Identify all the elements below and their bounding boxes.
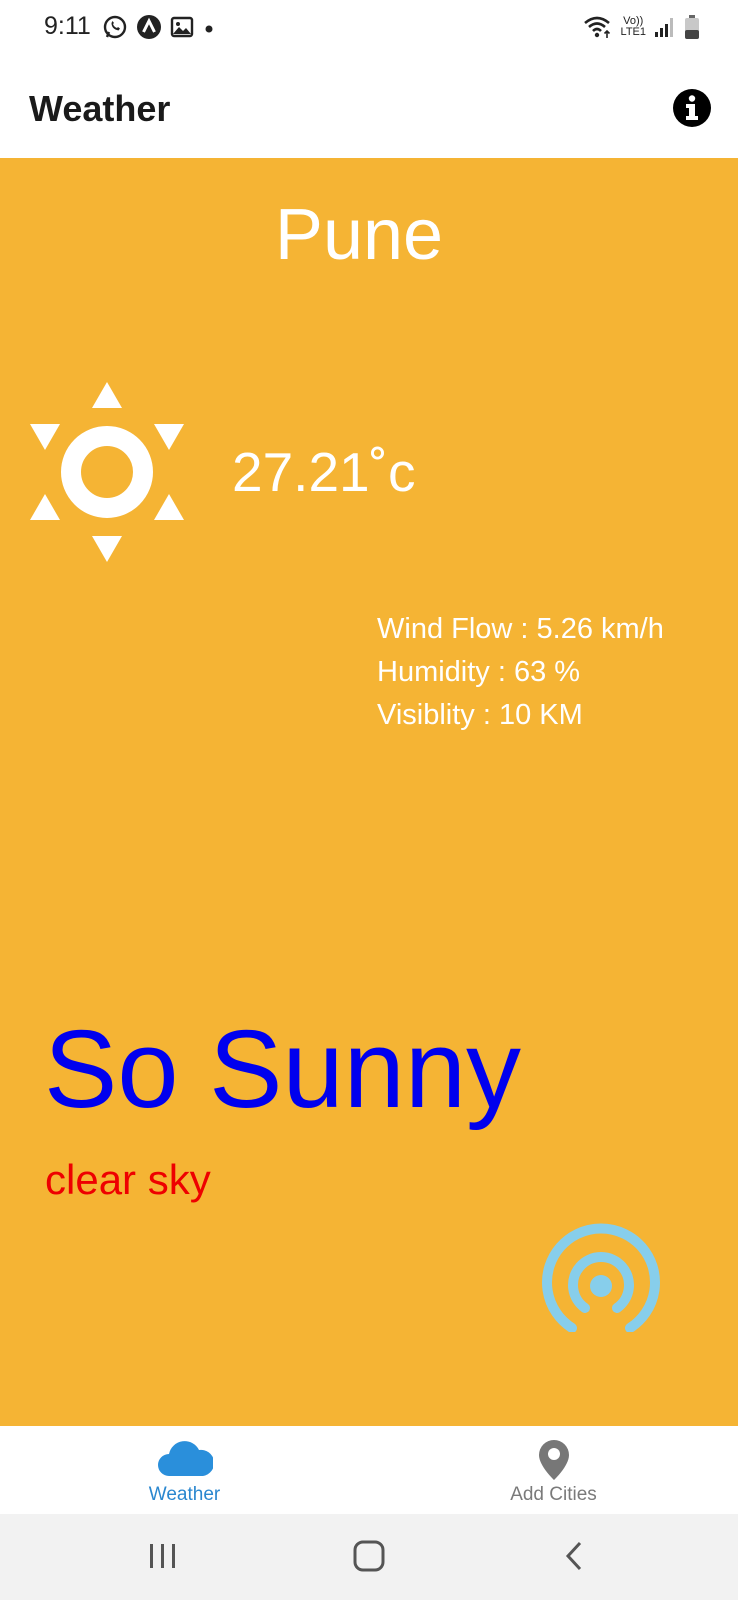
gallery-icon [170, 16, 194, 38]
wind-flow: Wind Flow : 5.26 km/h [377, 613, 664, 645]
battery-icon [685, 15, 699, 39]
weather-panel: Pune 27.21˚c Wind Flow : 5.26 km/h Humid… [0, 158, 738, 1426]
recent-apps-icon[interactable] [141, 1536, 185, 1576]
visibility: Visiblity : 10 KM [377, 699, 583, 731]
location-pin-icon [538, 1440, 569, 1480]
home-icon[interactable] [347, 1536, 391, 1576]
temperature: 27.21˚c [232, 441, 416, 503]
dot-icon [205, 25, 213, 33]
back-icon[interactable] [554, 1536, 598, 1576]
nav-tab-weather[interactable]: Weather [0, 1426, 369, 1514]
info-icon[interactable] [672, 88, 712, 128]
bottom-navigation: Weather Add Cities [0, 1426, 738, 1514]
city-name: Pune [274, 195, 444, 275]
wifi-icon [583, 16, 610, 38]
app-a-icon [137, 15, 161, 39]
volte-indicator: Vo)) LTE1 [621, 16, 646, 38]
lte-text: LTE1 [620, 26, 646, 38]
status-bar: 9:11 Vo)) LTE1 [0, 0, 738, 56]
weather-headline: So Sunny [44, 1008, 522, 1131]
app-bar: Weather [0, 56, 738, 158]
nav-label-weather: Weather [148, 1484, 221, 1505]
status-notification-icons [102, 14, 216, 40]
status-time: 9:11 [44, 12, 91, 40]
weather-description: clear sky [45, 1156, 211, 1203]
cloud-icon [157, 1441, 213, 1476]
sun-icon [30, 382, 184, 562]
nav-label-add-cities: Add Cities [510, 1484, 597, 1505]
whatsapp-icon [103, 15, 127, 39]
broadcast-icon[interactable] [538, 1220, 662, 1332]
humidity: Humidity : 63 % [377, 656, 581, 688]
weather-details: Wind Flow : 5.26 km/h Humidity : 63 % Vi… [377, 608, 664, 737]
system-navigation-bar [0, 1514, 738, 1600]
signal-icon [655, 18, 673, 37]
app-title: Weather [29, 88, 171, 129]
status-system-icons: Vo)) LTE1 [583, 14, 700, 40]
nav-tab-add-cities[interactable]: Add Cities [369, 1426, 738, 1514]
